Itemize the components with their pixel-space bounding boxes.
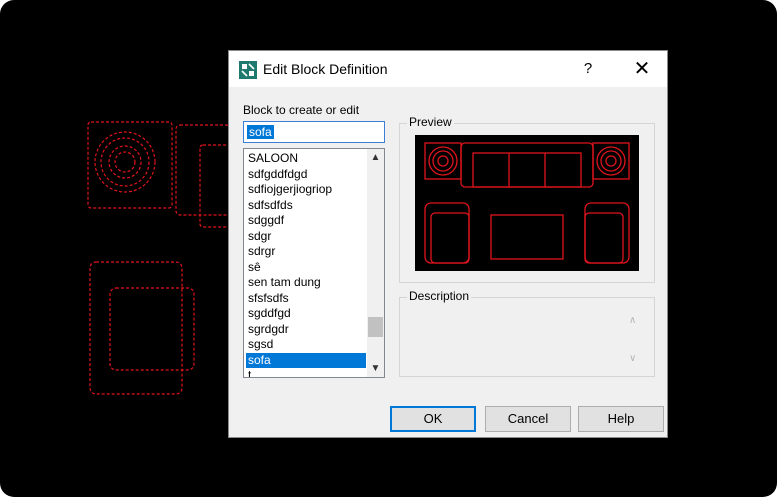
sofa-shape — [460, 142, 594, 188]
list-item[interactable]: SALOON — [246, 151, 366, 167]
chevron-down-icon: ∨ — [629, 353, 637, 364]
dashed-side-block — [175, 124, 231, 216]
block-name-value: sofa — [247, 125, 274, 139]
coffee-table — [490, 214, 564, 260]
list-item[interactable]: sgddfgd — [246, 306, 366, 322]
block-list[interactable]: SALOON sdfgddfdgd sdfiojgerjiogriop sdfsdfd… — [243, 148, 385, 378]
edit-block-dialog: Edit Block Definition ? ✕ Block to creat… — [228, 50, 668, 438]
block-name-input[interactable]: sofa — [243, 121, 385, 143]
list-item[interactable]: sgrdgdr — [246, 322, 366, 338]
chevron-down-icon[interactable]: ▼ — [367, 360, 384, 377]
scroll-thumb[interactable] — [368, 317, 383, 337]
list-item[interactable]: sdfgddfdgd — [246, 167, 366, 183]
list-item[interactable]: sdggdf — [246, 213, 366, 229]
chevron-up-icon: ∧ — [629, 315, 637, 326]
list-scrollbar[interactable]: ▲ ▼ — [367, 149, 384, 377]
help-title-button[interactable]: ? — [575, 55, 601, 83]
dashed-armchair — [89, 261, 183, 395]
sofa-preview-drawing — [424, 142, 630, 264]
list-item[interactable]: sgsd — [246, 337, 366, 353]
list-item[interactable]: sdfsdfds — [246, 198, 366, 214]
help-button[interactable]: Help — [578, 406, 664, 432]
chevron-up-icon[interactable]: ▲ — [367, 149, 384, 166]
cancel-button[interactable]: Cancel — [485, 406, 571, 432]
cad-canvas: Edit Block Definition ? ✕ Block to creat… — [0, 0, 777, 497]
list-item[interactable]: sdrgr — [246, 244, 366, 260]
end-table-left — [424, 142, 462, 180]
list-item[interactable]: t — [246, 368, 366, 377]
list-item[interactable]: sdfiojgerjiogriop — [246, 182, 366, 198]
dashed-round-table — [94, 131, 156, 193]
preview-label: Preview — [407, 115, 454, 129]
description-label: Description — [407, 289, 472, 303]
list-item[interactable]: sdgr — [246, 229, 366, 245]
description-field[interactable] — [401, 307, 625, 371]
title-bar: Edit Block Definition ? ✕ — [229, 51, 667, 87]
close-button[interactable]: ✕ — [627, 55, 657, 83]
ok-button[interactable]: OK — [390, 406, 476, 432]
description-scrollbar: ∧ ∨ — [625, 307, 641, 371]
end-table-right — [592, 142, 630, 180]
autocad-block-icon — [239, 61, 257, 79]
dialog-title: Edit Block Definition — [263, 61, 388, 77]
list-item[interactable]: sofa — [246, 352, 366, 368]
list-item[interactable]: sen tam dung — [246, 275, 366, 291]
block-name-label: Block to create or edit — [243, 103, 360, 117]
preview-canvas — [415, 135, 639, 271]
list-item[interactable]: sfsfsdfs — [246, 291, 366, 307]
list-item[interactable]: sê — [246, 260, 366, 276]
